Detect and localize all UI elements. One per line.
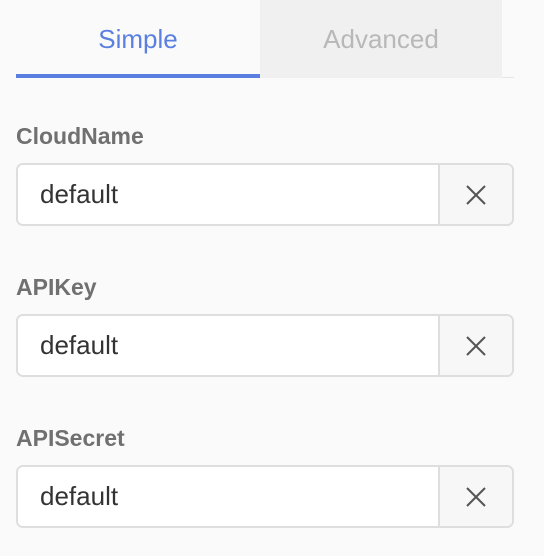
apisecret-input-group xyxy=(16,465,514,528)
apisecret-input[interactable] xyxy=(18,467,438,526)
apikey-clear-button[interactable] xyxy=(438,316,512,375)
tab-simple[interactable]: Simple xyxy=(16,0,260,78)
apikey-input[interactable] xyxy=(18,316,438,375)
settings-panel: Simple Advanced CloudName APIKey xyxy=(16,0,514,528)
close-icon xyxy=(465,486,487,508)
close-icon xyxy=(465,184,487,206)
cloudname-input-group xyxy=(16,163,514,226)
tab-bar: Simple Advanced xyxy=(16,0,514,78)
apikey-input-group xyxy=(16,314,514,377)
cloudname-clear-button[interactable] xyxy=(438,165,512,224)
tab-advanced-label: Advanced xyxy=(323,23,439,54)
tab-advanced[interactable]: Advanced xyxy=(260,0,502,78)
cloudname-input[interactable] xyxy=(18,165,438,224)
cloudname-label: CloudName xyxy=(16,123,144,149)
tab-simple-label: Simple xyxy=(98,23,178,54)
close-icon xyxy=(465,335,487,357)
apisecret-label: APISecret xyxy=(16,425,125,451)
apikey-label: APIKey xyxy=(16,274,97,300)
apisecret-clear-button[interactable] xyxy=(438,467,512,526)
